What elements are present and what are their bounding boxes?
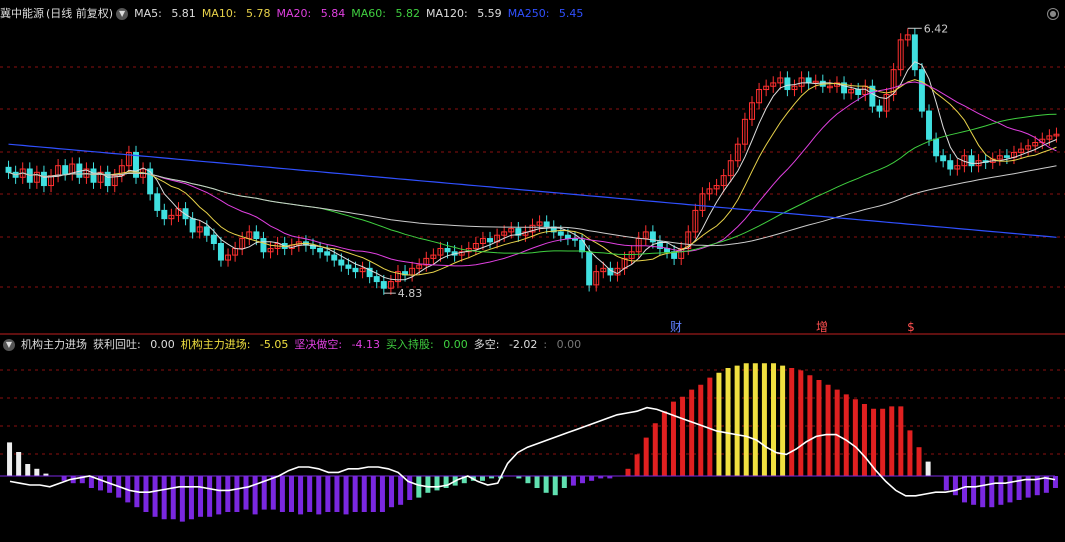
candle-down [338,259,345,266]
candle-down [444,247,451,253]
ma-label-1: MA10: [201,7,241,20]
indicator-label-value-3: 0.00 [443,338,468,351]
candle-down [147,168,154,195]
candle-down [855,89,862,95]
indicator-label-2: 坚决做空: [294,338,346,351]
candle-down [62,165,69,175]
indicator-label-3: 买入持股: [386,338,438,351]
marker-zeng: 增 [816,320,828,334]
indicator-label-1: 机构主力进场: [180,338,254,351]
candle-down [968,155,975,167]
chart-mode: (日线 前复权) [46,7,114,20]
candle-down [543,221,550,228]
chart-canvas[interactable]: 6.42 4.83 财 增 $ [0,0,1065,542]
low-label: 4.83 [398,287,423,300]
settings-icon[interactable]: ● [1047,8,1059,20]
candle-down [564,234,571,240]
main-chart-header: 冀中能源 (日线 前复权) ▼ MA5: 5.81 MA10: 5.78 MA20: 5.… [0,6,595,22]
indicator-label-value-2: -4.13 [351,338,381,351]
ma-label-value-3: 5.82 [395,7,420,20]
candle-down [161,209,168,220]
stock-title: 冀中能源 [0,7,44,20]
candle-down [260,238,267,253]
ma-label-2: MA20: [276,7,315,20]
candle-down [40,171,47,187]
marker-cai: 财 [670,320,682,334]
ma-label-value-1: 5.78 [246,7,271,20]
candle-down [154,193,161,211]
candle-down [947,160,954,170]
candle-down [380,281,387,289]
indicator-label-value-1: -5.05 [259,338,289,351]
candle-down [933,138,940,157]
indicator-label-value-4: -2.02 [508,338,538,351]
candle-down [352,267,359,273]
candle-down [805,77,812,84]
candle-down [189,218,196,233]
indicator-label-4: 多空: [473,338,503,351]
indicator-title: 机构主力进场 [21,338,87,351]
indicator-legend: 获利回吐: 0.00 机构主力进场: -5.05 坚决做空: -4.13 买入持股: … [93,338,587,351]
ma-label-value-2: 5.84 [320,7,346,20]
candle-down [203,226,210,236]
candle-down [586,251,593,286]
ma-label-5: MA250: [507,7,553,20]
candle-down [210,234,217,245]
candle-down [926,110,932,140]
high-label: 6.42 [924,22,949,35]
ma-label-0: MA5: [134,7,166,20]
indicator-header: ▼ 机构主力进场 获利回吐: 0.00 机构主力进场: -5.05 坚决做空: -4.1… [0,337,593,353]
ma-label-value-5: 5.45 [558,7,584,20]
candle-down [253,231,260,240]
candle-down [331,254,338,261]
ma-label-3: MA60: [351,7,390,20]
ma-label-4: MA120: [425,7,472,20]
candle-down [5,166,12,173]
indicator-label-value-5: 0.00 [556,338,582,351]
ma5-line [8,61,1057,281]
ma-legend: MA5: 5.81 MA10: 5.78 MA20: 5.84 MA60: 5.82 M… [134,7,589,20]
indicator-label-value-0: 0.00 [150,338,175,351]
stock-chart-window: 6.42 4.83 财增 $ 冀中能源 (日线 前复权) ▼ MA5: 5.81 MA10: … [0,0,1065,542]
candle-down [373,276,380,283]
ma-label-value-4: 5.59 [477,7,502,20]
candle-down [217,243,224,261]
candle-down [317,247,324,253]
ma-label-value-0: 5.81 [171,7,196,20]
candle-down [324,251,331,256]
indicator-label-5: : [543,338,551,351]
candle-down [940,155,947,162]
candle-down [90,168,97,183]
candle-down [557,231,564,236]
indicator-menu-icon[interactable]: ▼ [3,339,15,351]
candle-down [784,77,791,91]
indicator-line [9,406,1056,497]
candle-down [1003,155,1010,158]
candle-down [876,105,883,112]
indicator-label-0: 获利回吐: [93,338,145,351]
candle-down [918,69,925,112]
candle-down [345,264,352,269]
dropdown-toggle-icon[interactable]: ▼ [116,8,129,20]
candle-down [487,238,493,243]
marker-s: $ [907,320,915,334]
